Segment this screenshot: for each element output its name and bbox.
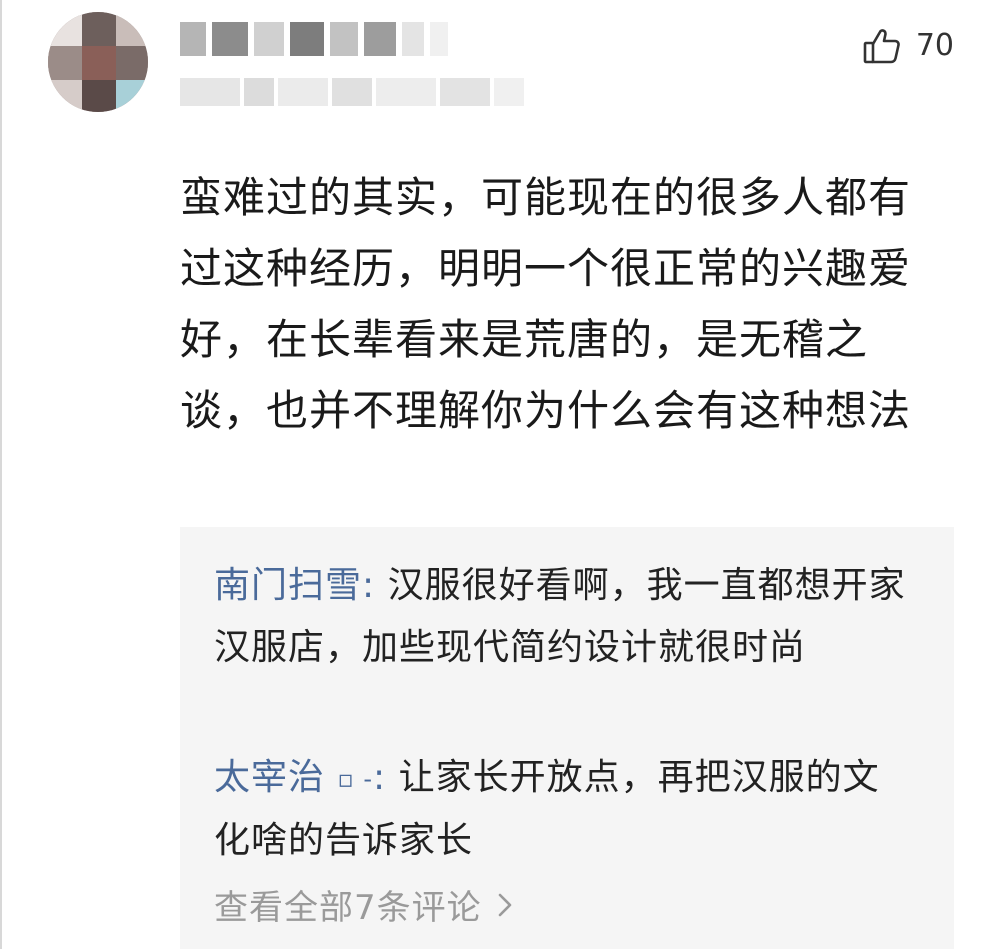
blur-block [180, 78, 240, 106]
avatar-pixel [48, 12, 82, 46]
blur-block [430, 22, 448, 56]
avatar-pixel [116, 46, 148, 80]
view-all-replies-link[interactable]: 查看全部7条评论 [214, 877, 514, 939]
blur-block [278, 78, 328, 106]
blur-block [402, 22, 424, 56]
reply-item: 太宰治 ▫ -: 让家长开放点，再把汉服的文化啥的告诉家长 [214, 747, 914, 872]
avatar-pixel [116, 80, 148, 112]
reply-author[interactable]: 太宰治 [214, 757, 325, 798]
reply-item: 南门扫雪: 汉服很好看啊，我一直都想开家汉服店，加些现代简约设计就很时尚 [214, 555, 914, 679]
blur-block [376, 78, 436, 106]
blur-block [330, 22, 358, 56]
blur-block [364, 22, 396, 56]
comment-text: 蛮难过的其实，可能现在的很多人都有过这种经历，明明一个很正常的兴趣爱好，在长辈看… [180, 173, 912, 435]
avatar-pixel [82, 80, 116, 112]
meta-blurred [180, 78, 524, 108]
avatar-pixel [48, 80, 82, 112]
blur-block [254, 22, 284, 56]
blur-block [180, 22, 206, 56]
avatar-pixel [48, 46, 82, 80]
blur-block [212, 22, 248, 56]
like-count: 70 [915, 28, 954, 63]
avatar-pixel [82, 46, 116, 80]
blur-block [440, 78, 490, 106]
left-border [0, 0, 2, 949]
avatar-pixel [82, 12, 116, 46]
reply-author[interactable]: 南门扫雪 [214, 565, 362, 606]
like-button[interactable]: 70 [862, 26, 954, 66]
replies-panel: 南门扫雪: 汉服很好看啊，我一直都想开家汉服店，加些现代简约设计就很时尚 太宰治… [180, 527, 954, 949]
reply-separator: : [373, 757, 387, 798]
blur-block [332, 78, 372, 106]
avatar-pixel [116, 12, 148, 46]
view-all-label: 查看全部7条评论 [214, 888, 482, 928]
blur-block [494, 78, 524, 106]
blur-block [244, 78, 274, 106]
reply-author-suffix: ▫ - [337, 765, 374, 793]
reply-separator: : [362, 565, 376, 606]
avatar[interactable] [48, 12, 148, 112]
chevron-right-icon [496, 877, 514, 939]
thumbs-up-icon [862, 26, 902, 66]
blur-block [290, 22, 324, 56]
username-blurred[interactable] [180, 22, 448, 62]
